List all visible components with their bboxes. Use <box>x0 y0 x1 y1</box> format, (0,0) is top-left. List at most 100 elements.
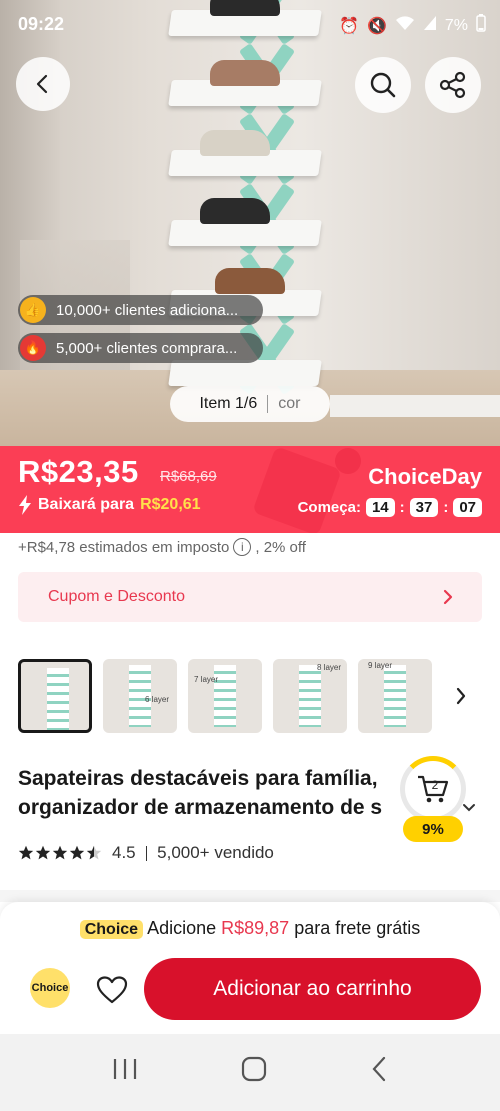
alarm-icon: ⏰ <box>339 17 359 35</box>
discount-text: , 2% off <box>255 538 306 556</box>
chevron-left-icon <box>36 74 48 94</box>
sold-count: 5,000+ vendido <box>157 843 274 862</box>
add-to-cart-button[interactable]: Adicionar ao carrinho <box>144 958 481 1020</box>
star-icon <box>18 845 34 860</box>
thumbnails-next-button[interactable] <box>446 659 476 733</box>
baseboard-decoration <box>330 395 500 417</box>
thumbnail-label: 9 layer <box>368 661 393 670</box>
product-image-carousel[interactable] <box>0 0 500 446</box>
status-time: 09:22 <box>18 14 65 34</box>
status-icons: ⏰ 🔇 7% <box>339 14 486 37</box>
product-title-line: Sapateiras destacáveis para família, <box>18 767 378 790</box>
home-button[interactable] <box>241 1056 267 1089</box>
search-button[interactable] <box>355 57 411 113</box>
countdown-seconds: 07 <box>453 498 482 517</box>
mute-icon: 🔇 <box>366 17 387 35</box>
product-title: Sapateiras destacáveis para família, org… <box>18 764 438 822</box>
thumbnail-label: 6 layer <box>145 695 170 704</box>
price-banner: R$23,35 R$68,69 Baixará para R$20,61 Cho… <box>0 446 500 533</box>
shoe-rack-illustration <box>168 0 322 440</box>
info-icon[interactable]: i <box>233 538 252 556</box>
current-price: R$23,35 <box>18 454 139 489</box>
lightning-icon <box>19 495 31 515</box>
fire-icon: 🔥 <box>20 335 46 361</box>
coupon-row[interactable]: Cupom e Desconto <box>18 572 482 622</box>
price-drop-value: R$20,61 <box>140 496 201 513</box>
price-drop: Baixará para R$20,61 <box>18 495 201 515</box>
social-proof-text: 5,000+ clientes comprara... <box>56 339 238 357</box>
battery-level: 7% <box>444 16 468 34</box>
banner-decoration <box>252 446 342 533</box>
star-icon <box>35 845 51 860</box>
countdown-minutes: 37 <box>409 498 439 517</box>
countdown-label: Começa: <box>297 499 361 516</box>
social-proof-bought: 🔥 5,000+ clientes comprara... <box>18 333 263 363</box>
price-drop-label: Baixará para <box>38 496 135 513</box>
variant-thumbnail[interactable] <box>18 659 92 733</box>
share-button[interactable] <box>425 57 481 113</box>
half-star-icon <box>86 845 102 860</box>
status-bar: 09:22 ⏰ 🔇 7% <box>0 0 500 48</box>
recents-icon <box>113 1059 136 1079</box>
countdown-colon: : <box>443 499 449 516</box>
heart-icon <box>96 976 128 1004</box>
choice-tag: Choice <box>79 920 144 939</box>
cart-icon: 2 <box>418 775 449 803</box>
share-icon <box>439 71 466 99</box>
social-proof-text: 10,000+ clientes adiciona... <box>56 301 239 319</box>
variant-thumbnail[interactable]: 6 layer <box>103 659 177 733</box>
variant-thumbnails: 6 layer 7 layer 8 layer 9 layer <box>18 659 500 735</box>
signal-icon <box>423 15 437 36</box>
product-title-line: organizador de armazenamento de s <box>18 796 383 819</box>
chevron-right-icon <box>456 687 466 705</box>
countdown-colon: : <box>399 499 405 516</box>
system-nav-bar <box>0 1034 500 1111</box>
divider <box>145 845 148 861</box>
freeship-suffix: para frete grátis <box>294 918 421 938</box>
variant-thumbnail[interactable]: 8 layer <box>273 659 347 733</box>
image-counter-chip[interactable]: Item 1/6 cor <box>170 386 330 422</box>
original-price: R$68,69 <box>160 468 217 485</box>
battery-icon <box>476 14 486 37</box>
cart-progress-percent: 9% <box>403 816 463 842</box>
freeship-prefix: Adicione <box>147 918 217 938</box>
thumbnail-label: 8 layer <box>317 663 342 672</box>
tax-text: +R$4,78 estimados em imposto <box>18 538 230 556</box>
search-icon <box>370 72 396 98</box>
rating-row[interactable]: 4.5 5,000+ vendido <box>18 843 274 863</box>
divider <box>267 395 269 413</box>
freeship-amount: R$89,87 <box>221 918 290 938</box>
star-icon <box>69 845 85 860</box>
rating-value: 4.5 <box>112 843 136 862</box>
wifi-icon <box>395 15 415 36</box>
banner-decoration <box>335 448 361 474</box>
variant-label: cor <box>278 395 301 412</box>
thumbs-up-icon: 👍 <box>20 297 46 323</box>
back-button[interactable] <box>16 57 70 111</box>
free-shipping-note: Choice Adicione R$89,87 para frete gráti… <box>0 918 500 939</box>
countdown-hours: 14 <box>365 498 395 517</box>
variant-thumbnail[interactable]: 7 layer <box>188 659 262 733</box>
image-counter: Item 1/6 <box>199 395 258 412</box>
tax-note: +R$4,78 estimados em imposto i , 2% off <box>18 538 306 556</box>
thumbnail-label: 7 layer <box>194 675 219 684</box>
choice-logo[interactable]: Choice <box>30 968 70 1008</box>
home-icon <box>241 1056 267 1082</box>
rating-stars <box>18 845 102 861</box>
cart-progress-ring: 2 <box>400 756 466 822</box>
event-title: ChoiceDay <box>368 464 482 489</box>
cart-count: 2 <box>432 778 439 792</box>
chevron-right-icon <box>443 589 453 605</box>
wishlist-button[interactable] <box>92 972 132 1008</box>
variant-thumbnail[interactable]: 9 layer <box>358 659 432 733</box>
cart-progress-badge[interactable]: 2 9% <box>398 756 468 846</box>
social-proof-added: 👍 10,000+ clientes adiciona... <box>18 295 263 325</box>
section-divider <box>0 890 500 902</box>
recents-button[interactable] <box>112 1057 138 1088</box>
system-back-button[interactable] <box>370 1056 388 1089</box>
star-icon <box>52 845 68 860</box>
chevron-left-icon <box>372 1056 386 1082</box>
coupon-label: Cupom e Desconto <box>48 588 185 605</box>
bottom-action-bar: Choice Adicione R$89,87 para frete gráti… <box>0 902 500 1034</box>
countdown: Começa: 14 : 37 : 07 <box>298 498 482 517</box>
